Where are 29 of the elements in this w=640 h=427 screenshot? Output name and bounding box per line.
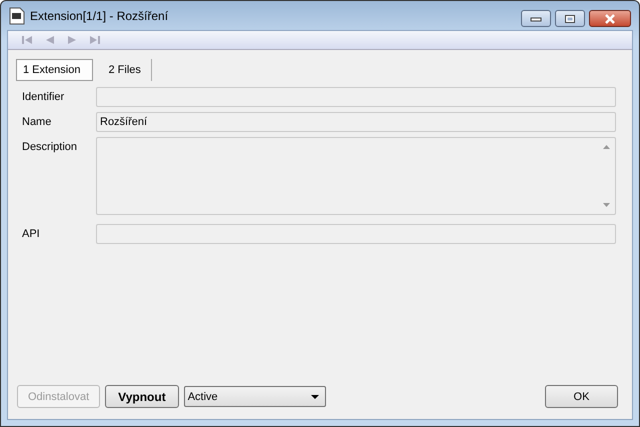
- maximize-icon[interactable]: [564, 14, 576, 24]
- field-label: Description: [22, 140, 78, 153]
- field-label: Identifier: [22, 90, 66, 103]
- minimize-button[interactable]: [521, 10, 551, 27]
- dropdown-arrow-icon[interactable]: [310, 394, 319, 398]
- input-field[interactable]: [96, 224, 616, 244]
- last-record-icon[interactable]: [90, 36, 100, 44]
- field-label: Name: [22, 115, 52, 128]
- field-label: API: [22, 227, 41, 240]
- minimize-icon[interactable]: [530, 16, 542, 22]
- previous-record-icon[interactable]: [46, 36, 54, 44]
- close-button[interactable]: [589, 10, 631, 27]
- action-button[interactable]: Vypnout: [105, 385, 179, 408]
- window-title: Extension[1/1] - Rozšíření: [30, 8, 168, 22]
- ok-button[interactable]: OK: [545, 385, 618, 408]
- scroll-up-icon[interactable]: [602, 145, 610, 149]
- tab[interactable]: 1 Extension: [16, 59, 94, 81]
- scroll-down-icon[interactable]: [602, 203, 610, 207]
- input-field[interactable]: Rozšíření: [96, 112, 616, 132]
- text-area[interactable]: [96, 137, 616, 215]
- status-dropdown[interactable]: Active: [184, 386, 326, 407]
- close-icon[interactable]: [604, 14, 616, 24]
- next-record-icon[interactable]: [68, 36, 76, 44]
- tab[interactable]: 2 Files: [98, 59, 152, 81]
- maximize-button[interactable]: [555, 10, 585, 27]
- app-icon: [9, 6, 25, 24]
- first-record-icon[interactable]: [22, 36, 32, 44]
- field-value: Rozšíření: [100, 116, 148, 128]
- input-field[interactable]: [96, 87, 616, 107]
